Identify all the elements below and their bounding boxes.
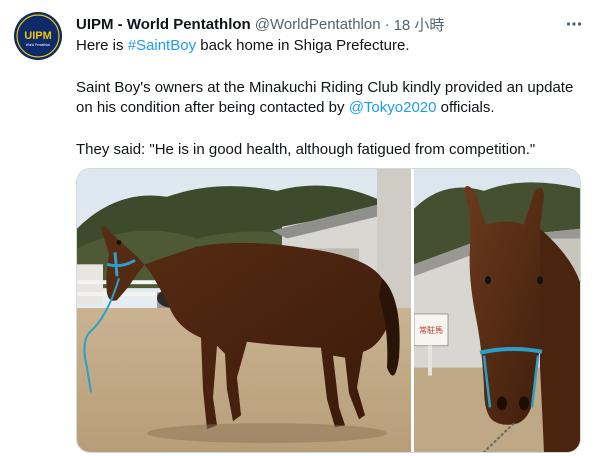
horse-photo-full-body[interactable] [77, 169, 411, 452]
tweet-media: 常駐馬 [76, 168, 581, 453]
tweet-line-4: They said: "He is in good health, althou… [76, 141, 536, 158]
hashtag-link[interactable]: #SaintBoy [128, 37, 196, 54]
tweet-line-1: Here is #SaintBoy back home in Shiga Pre… [76, 37, 410, 54]
uipm-logo-icon: UIPM World Pentathlon [14, 12, 62, 60]
tweet-header: UIPM - World Pentathlon @WorldPentathlon… [76, 14, 586, 34]
avatar-sub-text: World Pentathlon [26, 43, 51, 47]
user-handle[interactable]: @WorldPentathlon [255, 16, 381, 33]
horse-photo-head-closeup[interactable]: 常駐馬 [414, 169, 580, 452]
tweet-text: Here is #SaintBoy back home in Shiga Pre… [76, 36, 586, 160]
display-name[interactable]: UIPM - World Pentathlon [76, 16, 251, 33]
tweet-line-2: Saint Boy's owners at the Minakuchi Ridi… [76, 79, 574, 96]
tweet-timestamp[interactable]: 18 小時 [394, 14, 445, 35]
mention-link[interactable]: @Tokyo2020 [349, 99, 437, 116]
stable-sign-text: 常駐馬 [419, 325, 443, 335]
avatar-logo-text: UIPM [24, 30, 52, 42]
separator-dot: · [384, 15, 390, 33]
profile-avatar[interactable]: UIPM World Pentathlon [14, 12, 62, 60]
tweet-line-3: on his condition after being contacted b… [76, 99, 495, 116]
more-horizontal-icon[interactable] [562, 12, 586, 36]
